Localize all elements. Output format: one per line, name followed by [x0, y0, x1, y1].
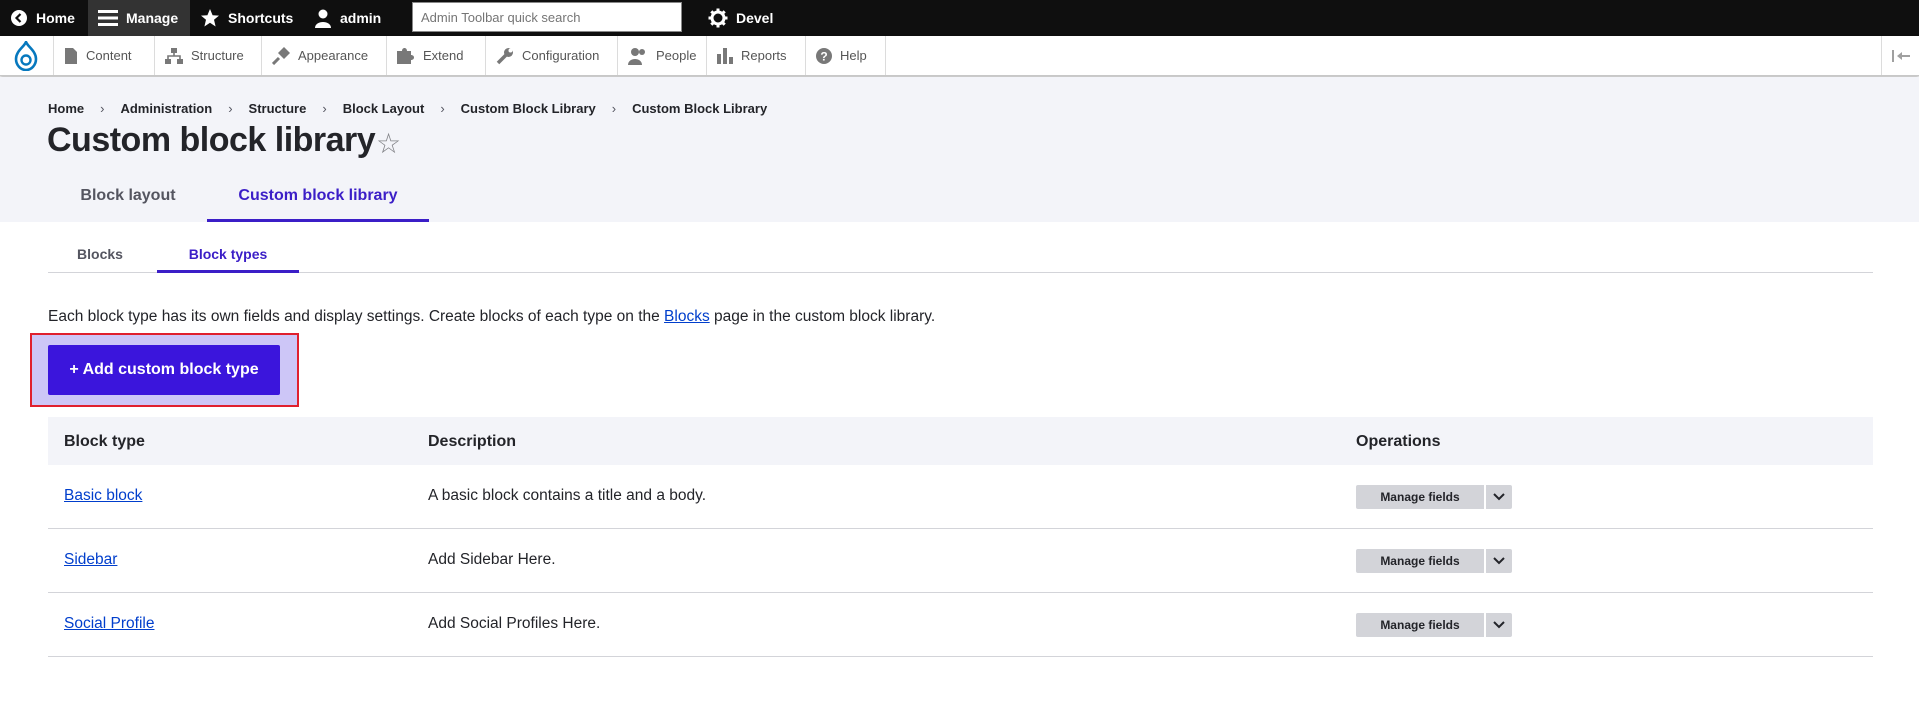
puzzle-icon — [397, 47, 414, 64]
manage-fields-button[interactable]: Manage fields — [1356, 549, 1484, 573]
tray-item-label: Extend — [423, 48, 464, 63]
manage-fields-button[interactable]: Manage fields — [1356, 485, 1484, 509]
table-row: Social Profile Add Social Profiles Here.… — [48, 593, 1873, 657]
breadcrumb-separator-icon: › — [440, 101, 445, 116]
toolbar-user-label: admin — [340, 10, 382, 26]
secondary-tabs: Blocks Block types — [48, 222, 1873, 273]
people-icon — [628, 47, 645, 65]
toolbar-home-label: Home — [36, 10, 75, 26]
operations-dropbutton: Manage fields — [1356, 613, 1512, 637]
column-header-operations: Operations — [1356, 433, 1441, 450]
tray-item-extend[interactable]: Extend — [386, 36, 485, 75]
admin-menu-tray: Content Structure Appearance Extend Conf… — [0, 36, 1919, 76]
admin-toolbar: Home Manage Shortcuts admin Devel — [0, 0, 1919, 36]
operations-dropbutton: Manage fields — [1356, 485, 1512, 509]
breadcrumb-link[interactable]: Custom Block Library — [461, 101, 596, 116]
drupal-logo-link[interactable] — [0, 36, 52, 75]
help-text-after: page in the custom block library. — [709, 308, 936, 325]
tray-item-label: Configuration — [522, 48, 600, 63]
add-custom-block-type-button[interactable]: + Add custom block type — [48, 345, 280, 395]
svg-text:?: ? — [820, 49, 827, 63]
tray-item-label: Help — [840, 48, 867, 63]
user-icon — [315, 9, 331, 28]
tray-item-label: Structure — [191, 48, 244, 63]
page-header: Home › Administration › Structure › Block L… — [0, 77, 1919, 222]
tray-item-help[interactable]: ? Help — [805, 36, 886, 75]
chevron-down-icon — [1493, 557, 1505, 565]
toolbar-manage-tab[interactable]: Manage — [88, 0, 190, 36]
tray-item-label: Reports — [741, 48, 787, 63]
tray-item-label: Content — [86, 48, 132, 63]
shortcut-star-icon[interactable]: ☆ — [376, 127, 401, 160]
block-type-description: Add Social Profiles Here. — [428, 615, 601, 632]
tray-orientation-toggle[interactable] — [1881, 36, 1919, 75]
column-header-block-type: Block type — [64, 433, 145, 450]
table-row: Basic block A basic block contains a tit… — [48, 465, 1873, 529]
breadcrumb-separator-icon: › — [611, 101, 617, 116]
toolbar-manage-label: Manage — [126, 10, 179, 26]
help-text-before: Each block type has its own fields and d… — [48, 308, 665, 325]
breadcrumb-separator-icon: › — [100, 101, 105, 116]
breadcrumb-link[interactable]: Custom Block Library — [632, 101, 767, 116]
operations-toggle[interactable] — [1486, 613, 1512, 637]
breadcrumb-link[interactable]: Administration — [120, 101, 212, 116]
table-row: Sidebar Add Sidebar Here. Manage fields — [48, 529, 1873, 593]
bar-chart-icon — [717, 47, 733, 64]
toolbar-user-tab[interactable]: admin — [314, 0, 381, 36]
tray-item-appearance[interactable]: Appearance — [261, 36, 386, 75]
block-type-link[interactable]: Basic block — [64, 487, 142, 505]
help-text: Each block type has its own fields and d… — [48, 308, 935, 326]
brush-icon — [272, 46, 290, 65]
tab-block-layout[interactable]: Block layout — [80, 187, 176, 222]
column-header-description: Description — [428, 433, 517, 450]
tray-item-configuration[interactable]: Configuration — [485, 36, 617, 75]
toolbar-quick-search-input[interactable] — [412, 2, 682, 32]
operations-dropbutton: Manage fields — [1356, 549, 1512, 573]
tray-item-reports[interactable]: Reports — [706, 36, 805, 75]
toolbar-devel-tab[interactable]: Devel — [708, 0, 773, 36]
tray-item-label: Appearance — [298, 48, 369, 63]
breadcrumb-link[interactable]: Block Layout — [343, 101, 425, 116]
tray-item-label: People — [656, 48, 697, 63]
block-type-description: Add Sidebar Here. — [428, 551, 556, 568]
structure-icon — [165, 47, 183, 64]
tray-item-people[interactable]: People — [617, 36, 706, 75]
toolbar-devel-label: Devel — [736, 10, 774, 26]
page-title: Custom block library — [47, 121, 376, 159]
star-icon — [201, 9, 219, 27]
toolbar-shortcuts-tab[interactable]: Shortcuts — [200, 0, 293, 36]
tray-item-structure[interactable]: Structure — [154, 36, 261, 75]
tab-blocks[interactable]: Blocks — [77, 246, 123, 273]
block-type-description: A basic block contains a title and a bod… — [428, 487, 707, 504]
collapse-arrow-icon — [1891, 49, 1910, 62]
breadcrumb-separator-icon: › — [322, 101, 327, 116]
help-icon: ? — [816, 47, 832, 64]
breadcrumb-separator-icon: › — [228, 101, 233, 116]
operations-toggle[interactable] — [1486, 485, 1512, 509]
toolbar-home-link[interactable]: Home — [10, 0, 75, 36]
hamburger-icon — [98, 10, 118, 26]
tab-custom-block-library[interactable]: Custom block library — [207, 187, 429, 222]
back-arrow-icon — [11, 10, 27, 26]
tray-item-content[interactable]: Content — [53, 36, 154, 75]
table-header: Block type Description Operations — [48, 417, 1873, 465]
operations-toggle[interactable] — [1486, 549, 1512, 573]
manage-fields-button[interactable]: Manage fields — [1356, 613, 1484, 637]
block-types-table: Block type Description Operations Basic … — [48, 417, 1873, 657]
blocks-link[interactable]: Blocks — [664, 308, 710, 325]
breadcrumb-link[interactable]: Structure — [249, 101, 307, 116]
toolbar-shortcuts-label: Shortcuts — [228, 10, 294, 26]
chevron-down-icon — [1493, 621, 1505, 629]
drupal-logo-icon — [14, 40, 38, 71]
block-type-link[interactable]: Social Profile — [64, 615, 154, 633]
block-type-link[interactable]: Sidebar — [64, 551, 117, 569]
wrench-icon — [496, 47, 513, 64]
chevron-down-icon — [1493, 493, 1505, 501]
file-icon — [65, 47, 77, 64]
gear-icon — [708, 8, 728, 28]
breadcrumb-link[interactable]: Home — [48, 101, 84, 116]
tab-block-types[interactable]: Block types — [157, 246, 299, 273]
breadcrumb: Home › Administration › Structure › Block L… — [48, 101, 767, 116]
